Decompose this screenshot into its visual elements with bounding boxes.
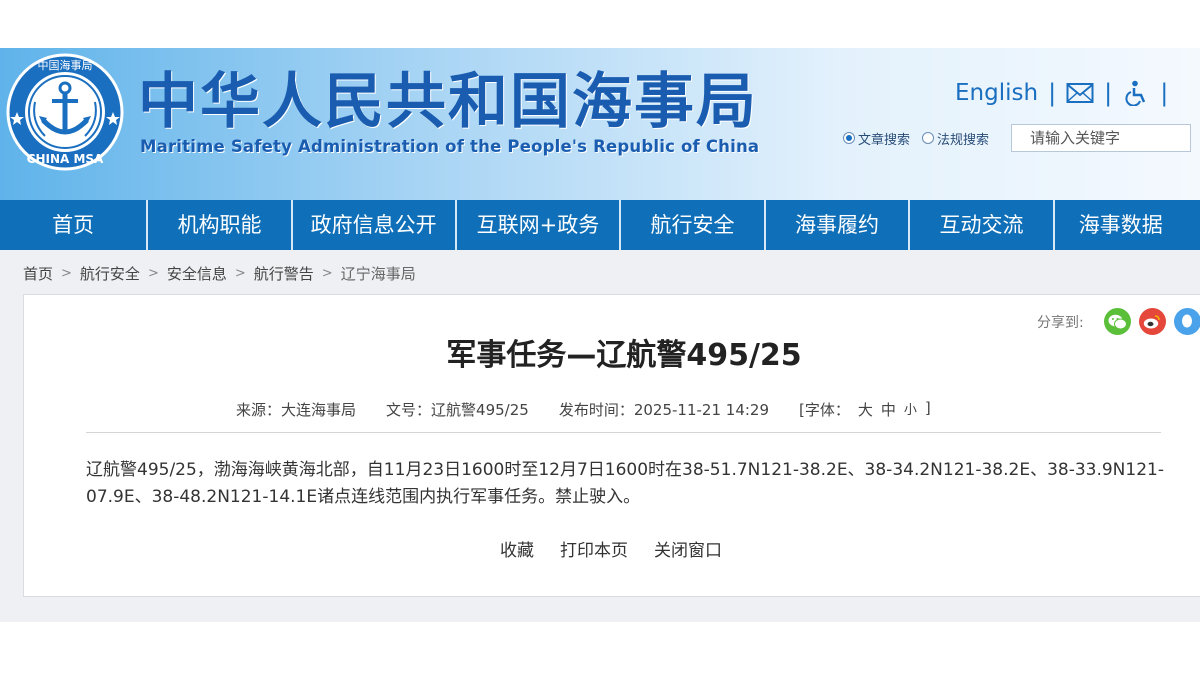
radio-selected-icon [843, 132, 855, 144]
mail-icon[interactable] [1066, 81, 1094, 105]
breadcrumb-nav-warnings[interactable]: 航行警告 [254, 263, 314, 284]
top-links: English | | | [955, 78, 1168, 108]
main-nav: 首页 机构职能 政府信息公开 互联网+政务 航行安全 海事履约 互动交流 海事数… [0, 200, 1200, 250]
breadcrumb-navigation-safety[interactable]: 航行安全 [80, 263, 140, 284]
publish-label: 发布时间： [558, 401, 634, 419]
source-label: 来源： [236, 401, 282, 419]
breadcrumb-separator: > [321, 265, 333, 281]
article-source: 来源：大连海事局 [236, 399, 356, 420]
search-option-law-label: 法规搜索 [937, 132, 990, 148]
link-separator: | [1048, 79, 1057, 107]
font-size-control: [字体： 大 中 小 ] [799, 399, 931, 420]
close-window-button[interactable]: 关闭窗口 [654, 536, 722, 561]
divider [86, 432, 1161, 433]
article-publish-time: 发布时间：2025-11-21 14:29 [559, 399, 769, 420]
breadcrumb: 首页 > 航行安全 > 安全信息 > 航行警告 > 辽宁海事局 [23, 261, 416, 285]
publish-value: 2025-11-21 14:29 [633, 401, 770, 419]
article-body: 辽航警495/25，渤海海峡黄海北部，自11月23日1600时至12月7日160… [86, 460, 1164, 507]
site-title-english: Maritime Safety Administration of the Pe… [140, 137, 760, 156]
breadcrumb-separator: > [234, 265, 246, 281]
nav-item-gov-info[interactable]: 政府信息公开 [293, 200, 457, 250]
breadcrumb-liaoning-msa[interactable]: 辽宁海事局 [341, 263, 416, 284]
print-button[interactable]: 打印本页 [560, 536, 628, 561]
nav-item-internet-gov[interactable]: 互联网+政务 [457, 200, 622, 250]
search-option-article-label: 文章搜索 [858, 132, 911, 148]
nav-item-interaction[interactable]: 互动交流 [910, 200, 1055, 250]
font-size-bracket: ] [924, 399, 931, 417]
svg-text:CHINA MSA: CHINA MSA [27, 152, 104, 166]
nav-item-home[interactable]: 首页 [0, 200, 149, 250]
browser-viewport: 中国海事局 CHINA MSA 中华人民共和国海事局 Maritime Safe… [0, 48, 1200, 622]
font-size-medium-button[interactable]: 中 [881, 399, 896, 420]
breadcrumb-safety-info[interactable]: 安全信息 [167, 263, 227, 284]
site-title-chinese: 中华人民共和国海事局 [138, 67, 758, 137]
search-option-law[interactable]: 法规搜索 [922, 129, 989, 148]
source-value: 大连海事局 [281, 401, 357, 419]
font-size-small-button[interactable]: 小 [904, 399, 917, 420]
share-label: 分享到: [1037, 314, 1084, 331]
article-meta: 来源：大连海事局 文号：辽航警495/25 发布时间：2025-11-21 14… [236, 399, 931, 420]
doc-no-value: 辽航警495/25 [431, 401, 529, 419]
accessibility-icon[interactable] [1122, 80, 1150, 106]
nav-item-compliance[interactable]: 海事履约 [766, 200, 911, 250]
link-separator: | [1160, 79, 1169, 107]
article-actions: 收藏 打印本页 关闭窗口 [500, 536, 722, 561]
nav-item-functions[interactable]: 机构职能 [148, 200, 293, 250]
article-title: 军事任务—辽航警495/25 [446, 338, 802, 373]
font-size-large-button[interactable]: 大 [858, 399, 873, 420]
breadcrumb-separator: > [61, 265, 72, 281]
search-option-article[interactable]: 文章搜索 [843, 129, 910, 148]
search-area: 文章搜索 法规搜索 [843, 124, 1192, 152]
svg-text:中国海事局: 中国海事局 [38, 58, 93, 72]
breadcrumb-separator: > [147, 265, 159, 281]
site-header: 中国海事局 CHINA MSA 中华人民共和国海事局 Maritime Safe… [0, 48, 1200, 200]
msa-emblem-logo: 中国海事局 CHINA MSA [6, 53, 124, 171]
doc-no-label: 文号： [386, 401, 432, 419]
nav-item-data[interactable]: 海事数据 [1055, 200, 1200, 250]
link-separator: | [1104, 79, 1113, 107]
nav-item-navigation-safety[interactable]: 航行安全 [621, 200, 766, 250]
radio-unselected-icon [922, 132, 935, 144]
favorite-button[interactable]: 收藏 [500, 536, 534, 561]
search-input[interactable] [1011, 124, 1192, 152]
font-size-label: [字体： [799, 401, 850, 419]
article-doc-number: 文号：辽航警495/25 [386, 399, 529, 420]
english-link[interactable]: English [955, 80, 1038, 106]
breadcrumb-home[interactable]: 首页 [23, 263, 53, 284]
article-panel: 分享到: 军事任务—辽航警495/25 来源：大连海事局 文号：辽航警495/2… [23, 294, 1200, 597]
